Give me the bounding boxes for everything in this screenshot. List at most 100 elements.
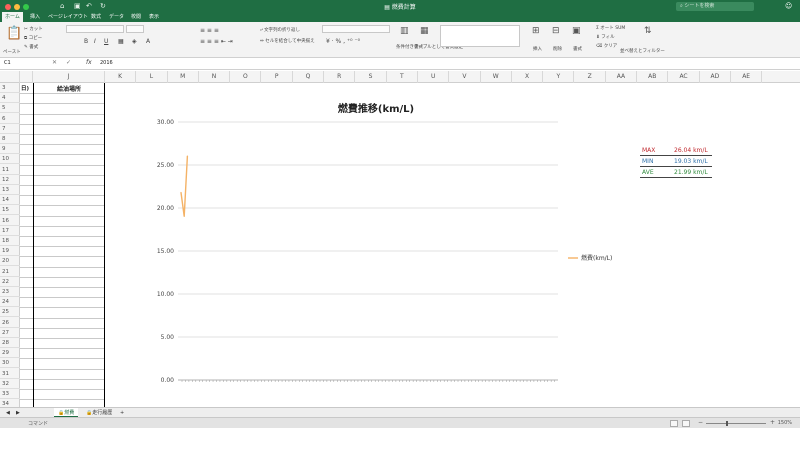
select-all-corner[interactable] <box>0 71 20 83</box>
autosum-button[interactable]: Σ オート SUM <box>596 25 625 31</box>
cell-styles-gallery[interactable] <box>440 25 520 47</box>
row-header-5[interactable]: 5 <box>0 103 20 114</box>
font-color-icon[interactable]: A <box>146 38 150 45</box>
row-header-28[interactable]: 28 <box>0 338 20 348</box>
column-header-ab[interactable]: AB <box>637 71 669 83</box>
delete-cells-icon[interactable]: ⊟ <box>552 26 560 36</box>
italic-button[interactable]: I <box>94 38 96 45</box>
user-icon[interactable]: ☺ <box>785 2 792 10</box>
currency-icon[interactable]: ¥ · % ‚ ⁺⁰ ⁻⁰ <box>326 38 360 45</box>
row-header-29[interactable]: 29 <box>0 348 20 359</box>
column-header-t[interactable]: T <box>387 71 418 83</box>
column-header-o[interactable]: O <box>230 71 262 83</box>
row-header-22[interactable]: 22 <box>0 277 20 287</box>
format-painter-button[interactable]: ✎ 書式 <box>24 44 38 50</box>
row-header-33[interactable]: 33 <box>0 389 20 399</box>
row-header-17[interactable]: 17 <box>0 226 20 236</box>
column-header-n[interactable]: N <box>199 71 231 83</box>
column-header-y[interactable]: Y <box>543 71 575 83</box>
row-header-9[interactable]: 9 <box>0 144 20 155</box>
format-cells-icon[interactable]: ▣ <box>572 26 581 36</box>
column-header-p[interactable]: P <box>262 71 293 83</box>
paste-icon[interactable]: 📋 <box>6 26 22 41</box>
row-header-31[interactable]: 31 <box>0 369 20 379</box>
row-header-23[interactable]: 23 <box>0 287 20 297</box>
wrap-text-button[interactable]: ⤶ 文字列の折り返し <box>260 27 300 33</box>
column-header-ae[interactable]: AE <box>731 71 763 83</box>
row-header-3[interactable]: 3 <box>0 83 20 93</box>
bold-button[interactable]: B <box>84 38 88 45</box>
borders-icon[interactable]: ▦ <box>118 38 124 45</box>
insert-cells-button[interactable]: 挿入 <box>533 46 542 52</box>
clear-button[interactable]: ⌫ クリア <box>596 43 617 49</box>
stats-row-ave[interactable]: AVE 21.99 km/L <box>640 167 712 178</box>
column-header-aa[interactable]: AA <box>606 71 638 83</box>
stats-row-max[interactable]: MAX 26.04 km/L <box>640 145 712 156</box>
column-j-cells[interactable]: 給油場所 <box>33 83 105 411</box>
column-header-u[interactable]: U <box>418 71 450 83</box>
column-header-z[interactable]: Z <box>575 71 606 83</box>
align-top-icon[interactable]: ≡ ≡ ≡ <box>200 27 219 34</box>
row-header-16[interactable]: 16 <box>0 216 20 226</box>
fx-label[interactable]: fx <box>86 59 92 66</box>
row-header-19[interactable]: 19 <box>0 246 20 257</box>
sort-filter-button[interactable]: 並べ替えとフィルター <box>620 48 665 54</box>
row-header-26[interactable]: 26 <box>0 318 20 328</box>
copy-button[interactable]: ⧉ コピー <box>24 35 42 41</box>
column-header-i[interactable] <box>20 71 33 83</box>
row-header-15[interactable]: 15 <box>0 205 20 216</box>
tab-home[interactable]: ホーム <box>2 12 23 22</box>
column-i-cells[interactable]: 日) <box>20 83 33 411</box>
tab-view[interactable]: 表示 <box>146 12 162 22</box>
underline-button[interactable]: U <box>104 38 108 45</box>
row-header-25[interactable]: 25 <box>0 307 20 318</box>
enter-icon[interactable]: ✓ <box>66 59 71 66</box>
row-header-21[interactable]: 21 <box>0 267 20 277</box>
zoom-out-button[interactable]: − <box>698 419 703 426</box>
column-header-w[interactable]: W <box>481 71 512 83</box>
fill-button[interactable]: ⬇ フィル <box>596 34 615 40</box>
paste-button[interactable]: ペースト <box>3 49 21 55</box>
column-header-r[interactable]: R <box>324 71 356 83</box>
zoom-slider-handle[interactable] <box>726 421 728 426</box>
merge-center-button[interactable]: ⇔ セルを結合して中央揃え <box>260 38 315 44</box>
font-name-select[interactable] <box>66 25 124 33</box>
cut-button[interactable]: ✂ カット <box>24 26 43 32</box>
zoom-slider[interactable] <box>706 423 766 424</box>
tab-formulas[interactable]: 数式 <box>88 12 104 22</box>
name-box[interactable]: C1 <box>4 60 11 66</box>
tab-page-layout[interactable]: ページレイアウト <box>45 12 91 22</box>
insert-cells-icon[interactable]: ⊞ <box>532 26 540 36</box>
row-header-32[interactable]: 32 <box>0 379 20 389</box>
format-cells-button[interactable]: 書式 <box>573 46 582 52</box>
column-header-j[interactable]: J <box>33 71 105 83</box>
align-left-icon[interactable]: ≡ ≡ ≡ ⇤ ⇥ <box>200 38 233 45</box>
conditional-format-icon[interactable]: ▥ <box>400 26 409 36</box>
search-sheet-input[interactable]: ⌕ シートを検索 <box>676 2 754 11</box>
number-format-select[interactable] <box>322 25 390 33</box>
column-header-x[interactable]: X <box>512 71 544 83</box>
page-layout-view-button[interactable] <box>682 420 690 427</box>
delete-cells-button[interactable]: 削除 <box>553 46 562 52</box>
row-header-24[interactable]: 24 <box>0 297 20 308</box>
row-header-4[interactable]: 4 <box>0 93 20 104</box>
tab-insert[interactable]: 挿入 <box>27 12 43 22</box>
column-header-ac[interactable]: AC <box>668 71 700 83</box>
row-header-10[interactable]: 10 <box>0 154 20 165</box>
row-header-14[interactable]: 14 <box>0 195 20 206</box>
column-header-ad[interactable]: AD <box>700 71 731 83</box>
sort-filter-icon[interactable]: ⇅ <box>644 26 652 36</box>
row-header-13[interactable]: 13 <box>0 185 20 195</box>
row-header-27[interactable]: 27 <box>0 328 20 338</box>
row-header-12[interactable]: 12 <box>0 175 20 185</box>
table-format-icon[interactable]: ▦ <box>420 26 429 36</box>
row-header-18[interactable]: 18 <box>0 236 20 246</box>
row-header-30[interactable]: 30 <box>0 358 20 369</box>
zoom-in-button[interactable]: + <box>770 419 775 426</box>
fill-color-icon[interactable]: ◈ <box>132 38 137 45</box>
tab-review[interactable]: 校閲 <box>128 12 144 22</box>
column-header-l[interactable]: L <box>136 71 168 83</box>
font-size-select[interactable] <box>126 25 144 33</box>
location-header-cell[interactable]: 給油場所 <box>34 84 104 93</box>
column-header-v[interactable]: V <box>449 71 481 83</box>
